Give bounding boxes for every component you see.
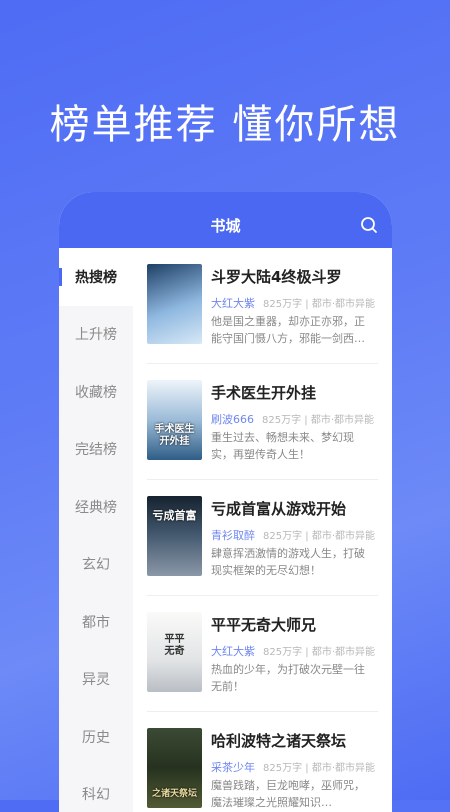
book-title[interactable]: 哈利波特之诸天祭坛 [211,730,346,751]
book-info: 825万字 | 都市·都市异能 [263,763,375,774]
phone-frame: 书城 热搜榜 上升榜 收藏榜 完结榜 经典榜 玄幻 都市 异灵 历史 科幻 斗罗… [59,192,392,812]
sidebar-item-label: 上升榜 [75,324,117,344]
book-author: 刷波666 [211,413,254,426]
book-title[interactable]: 亏成首富从游戏开始 [211,498,346,519]
book-info: 825万字 | 都市·都市异能 [263,647,375,658]
book-description: 肆意挥洒激情的游戏人生，打破现实框架的无尽幻想！ [211,545,373,579]
book-meta: 刷波666 825万字 | 都市·都市异能 [211,411,374,427]
book-meta: 大红大紫 825万字 | 都市·都市异能 [211,295,375,311]
sidebar-item-completed[interactable]: 完结榜 [59,421,133,479]
sidebar-item-label: 热搜榜 [75,267,117,287]
sidebar-item-label: 玄幻 [82,554,110,574]
book-author: 青衫取醉 [211,529,255,542]
book-meta: 采茶少年 825万字 | 都市·都市异能 [211,759,375,775]
book-title[interactable]: 手术医生开外挂 [211,382,316,403]
sidebar-item-label: 完结榜 [75,439,117,459]
sidebar-item-fantasy[interactable]: 玄幻 [59,536,133,594]
sidebar-item-urban[interactable]: 都市 [59,593,133,651]
list-item[interactable]: 亏成首富 亏成首富从游戏开始 青衫取醉 825万字 | 都市·都市异能 肆意挥洒激… [147,480,378,596]
book-description: 热血的少年，为打破次元壁一往无前！ [211,661,373,695]
search-icon[interactable] [360,216,378,234]
category-sidebar: 热搜榜 上升榜 收藏榜 完结榜 经典榜 玄幻 都市 异灵 历史 科幻 [59,248,133,812]
page-title: 书城 [59,215,392,236]
book-cover[interactable]: 之诸天祭坛 [147,728,202,808]
book-description: 魔兽践踏，巨龙咆哮，巫师咒，魔法璀璨之光照耀知识… [211,777,373,811]
book-meta: 青衫取醉 825万字 | 都市·都市异能 [211,527,375,543]
sidebar-item-label: 历史 [82,727,110,747]
sidebar-item-scifi[interactable]: 科幻 [59,766,133,812]
book-cover[interactable]: 亏成首富 [147,496,202,576]
list-item[interactable]: 手术医生开外挂 手术医生开外挂 刷波666 825万字 | 都市·都市异能 重生过… [147,364,378,480]
book-list: 斗罗大陆4终极斗罗 大红大紫 825万字 | 都市·都市异能 他是国之重器，却亦正… [133,248,392,812]
book-cover-title: 之诸天祭坛 [147,788,202,800]
book-info: 825万字 | 都市·都市异能 [263,531,375,542]
list-item[interactable]: 斗罗大陆4终极斗罗 大红大紫 825万字 | 都市·都市异能 他是国之重器，却亦正… [147,248,378,364]
book-info: 825万字 | 都市·都市异能 [263,299,375,310]
sidebar-item-rising[interactable]: 上升榜 [59,306,133,364]
sidebar-item-supernatural[interactable]: 异灵 [59,651,133,709]
promo-headline: 榜单推荐 懂你所想 [0,92,450,150]
sidebar-item-favorites[interactable]: 收藏榜 [59,363,133,421]
book-info: 825万字 | 都市·都市异能 [262,415,374,426]
book-cover-title: 平平无奇 [147,634,202,658]
book-title[interactable]: 斗罗大陆4终极斗罗 [211,266,341,287]
sidebar-item-history[interactable]: 历史 [59,708,133,766]
sidebar-item-classic[interactable]: 经典榜 [59,478,133,536]
book-author: 大红大紫 [211,645,255,658]
sidebar-item-label: 经典榜 [75,497,117,517]
book-author: 大红大紫 [211,297,255,310]
sidebar-item-label: 科幻 [82,784,110,804]
book-cover[interactable]: 手术医生开外挂 [147,380,202,460]
list-item[interactable]: 平平无奇 平平无奇大师兄 大红大紫 825万字 | 都市·都市异能 热血的少年，为… [147,596,378,712]
book-meta: 大红大紫 825万字 | 都市·都市异能 [211,643,375,659]
sidebar-item-label: 收藏榜 [75,382,117,402]
list-item[interactable]: 之诸天祭坛 哈利波特之诸天祭坛 采茶少年 825万字 | 都市·都市异能 魔兽践踏… [147,712,378,812]
book-description: 重生过去、畅想未来、梦幻现实，再塑传奇人生！ [211,429,373,463]
app-header: 书城 [59,192,392,248]
sidebar-item-hot-search[interactable]: 热搜榜 [59,248,133,306]
book-title[interactable]: 平平无奇大师兄 [211,614,316,635]
book-cover-title: 亏成首富 [147,510,202,522]
sidebar-item-label: 都市 [82,612,110,632]
sidebar-item-label: 异灵 [82,669,110,689]
book-cover[interactable] [147,264,202,344]
book-description: 他是国之重器，却亦正亦邪，正能守国门慑八方，邪能一剑西… [211,313,373,347]
book-cover[interactable]: 平平无奇 [147,612,202,692]
book-author: 采茶少年 [211,761,255,774]
book-cover-title: 手术医生开外挂 [147,424,202,448]
